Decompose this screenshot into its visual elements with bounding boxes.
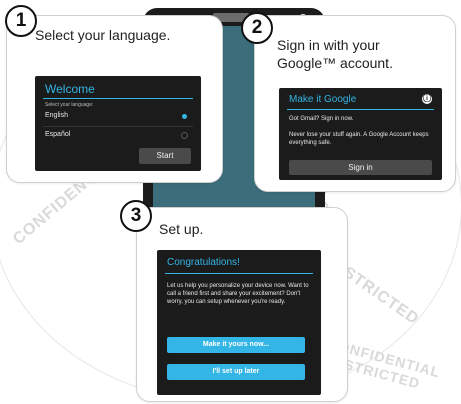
language-option-label: Español xyxy=(45,131,71,138)
heading-divider xyxy=(287,109,434,110)
sign-in-button[interactable]: Sign in xyxy=(289,160,432,175)
step2-title-line1: Sign in with your xyxy=(277,37,380,53)
radio-unselected-icon xyxy=(181,132,188,139)
language-option-english[interactable]: English xyxy=(43,110,193,124)
congratulations-heading: Congratulations! xyxy=(167,257,240,268)
start-button[interactable]: Start xyxy=(139,148,191,164)
language-screen: Welcome Select your language: English Es… xyxy=(35,76,201,171)
step1-card: Select your language. Welcome Select you… xyxy=(6,15,223,183)
heading-divider xyxy=(43,98,193,99)
welcome-heading: Welcome xyxy=(45,82,95,96)
step2-number-badge: 2 xyxy=(241,12,273,44)
radio-selected-icon xyxy=(182,114,187,119)
step2-card: Sign in with your Google™ account. Make … xyxy=(254,15,456,192)
step1-number-badge: 1 xyxy=(5,5,37,37)
setup-description: Let us help you personalize your device … xyxy=(167,283,309,305)
step2-title-line2: Google™ account. xyxy=(277,55,393,71)
language-option-espanol[interactable]: Español xyxy=(43,129,193,143)
google-signin-screen: Make it Google ⓘ Got Gmail? Sign in now.… xyxy=(279,88,442,180)
google-account-info: Never lose your stuff again. A Google Ac… xyxy=(289,132,429,146)
option-divider xyxy=(43,126,193,127)
step1-title: Select your language. xyxy=(35,27,171,43)
make-it-google-heading: Make it Google xyxy=(289,94,357,105)
language-prompt: Select your language: xyxy=(45,102,94,108)
set-up-later-button[interactable]: I'll set up later xyxy=(167,364,305,380)
make-it-yours-button[interactable]: Make it yours now... xyxy=(167,337,305,353)
step3-number-badge: 3 xyxy=(120,200,152,232)
language-option-label: English xyxy=(45,112,68,119)
step3-card: Set up. Congratulations! Let us help you… xyxy=(136,207,348,402)
heading-divider xyxy=(165,273,313,274)
congratulations-screen: Congratulations! Let us help you persona… xyxy=(157,250,321,395)
power-icon: ⓘ xyxy=(422,94,432,104)
gmail-prompt: Got Gmail? Sign in now. xyxy=(289,116,354,122)
step3-title: Set up. xyxy=(159,221,204,237)
